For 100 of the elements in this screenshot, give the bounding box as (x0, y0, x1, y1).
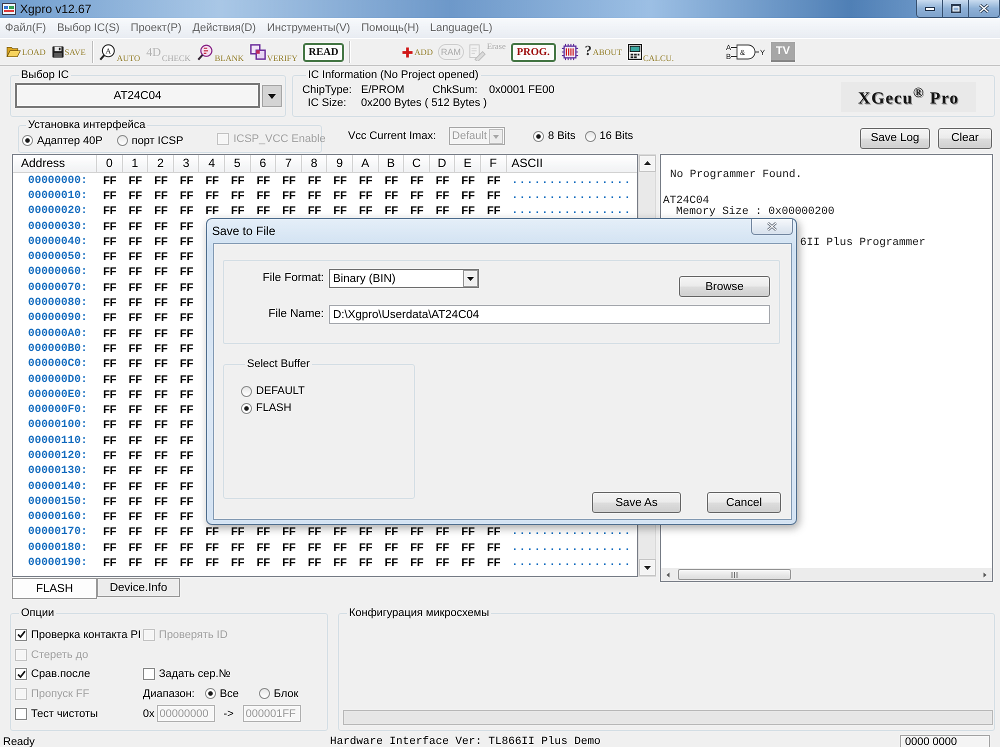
app-icon (2, 3, 16, 15)
hex-cell-text: FF (230, 526, 246, 538)
chip-button[interactable] (560, 41, 580, 63)
address-cell-text: 00000080: (27, 297, 88, 310)
radio-button[interactable] (116, 135, 128, 146)
info-value: 0x0001 FE00 (489, 84, 554, 96)
radio-button[interactable] (241, 386, 252, 396)
prog-button[interactable]: PROG. (510, 42, 556, 62)
menu-item[interactable]: Language(L) (430, 22, 492, 34)
checkbox[interactable] (15, 708, 27, 720)
column-header: 2 (148, 155, 174, 172)
radio-label[interactable]: DEFAULT (256, 385, 305, 397)
radio-label[interactable]: 16 Bits (600, 130, 634, 142)
dialog-button[interactable]: Save As (592, 492, 681, 513)
info-value: E/PROM (361, 84, 404, 96)
column-header: 8 (302, 155, 328, 172)
address-cell-text: 00000100: (27, 419, 88, 432)
hex-cell-text: FF (153, 450, 169, 462)
hex-cell-text: FF (409, 526, 425, 538)
hex-cell-text: FF (204, 190, 220, 202)
hex-cell-text: FF (230, 205, 246, 218)
menu-item[interactable]: Выбор IC(S) (57, 22, 120, 34)
checkbox[interactable] (142, 668, 155, 680)
hex-cell-text: FF (102, 312, 118, 324)
read-button[interactable]: READ (302, 42, 344, 62)
menu-item[interactable]: Файл(F) (5, 22, 46, 34)
checkbox[interactable] (15, 668, 27, 680)
radio-button[interactable] (533, 130, 544, 142)
menu-item[interactable]: Проект(P) (130, 22, 182, 34)
checkbox-label[interactable]: Проверка контакта PI (31, 628, 141, 641)
menu-item[interactable]: Действия(D) (192, 22, 256, 34)
radio-button[interactable] (584, 130, 596, 142)
hex-cell-text: FF (256, 526, 272, 538)
hex-cell-text: FF (102, 450, 118, 462)
radio-button[interactable] (22, 135, 33, 146)
hex-cell-text: FF (153, 297, 169, 310)
radio-button[interactable] (258, 688, 270, 700)
hex-cell-text: FF (230, 542, 246, 554)
hex-cell-text: FF (384, 542, 400, 554)
radio-label[interactable]: Все (220, 688, 239, 700)
column-header: Address (13, 155, 97, 172)
hex-cell-text: FF (153, 388, 169, 401)
hex-cell-text: FF (153, 220, 169, 233)
calculator-icon (628, 44, 642, 60)
address-cell-text: 00000090: (27, 312, 88, 324)
log-button[interactable]: Clear (938, 128, 992, 148)
log-button[interactable]: Save Log (860, 128, 930, 148)
auto-button[interactable]: A AUTO (98, 41, 142, 63)
checkbox-label[interactable]: Задать сер.№ (158, 668, 230, 680)
horizontal-scrollbar[interactable] (661, 568, 992, 581)
hex-cell-text: FF (281, 205, 297, 218)
checkbox[interactable] (15, 628, 27, 641)
hex-cell-text: FF (102, 282, 118, 294)
hex-cell-text: FF (102, 480, 118, 493)
address-cell-text: 00000170: (27, 526, 88, 538)
about-button[interactable]: ?ABOUT (584, 41, 623, 63)
chip-select-field[interactable]: AT24C04 (15, 83, 260, 108)
tab[interactable]: Device.Info (97, 578, 180, 597)
hex-cell-text: FF (128, 557, 144, 570)
hex-cell-text: FF (153, 496, 169, 508)
address-cell-text: 00000130: (27, 465, 88, 478)
column-header: A (352, 155, 379, 172)
hex-cell-text: FF (153, 404, 169, 416)
file-name-field[interactable]: D:\Xgpro\Userdata\AT24C04 (329, 305, 770, 324)
column-header: B (378, 155, 404, 172)
hex-cell-text: FF (178, 557, 194, 570)
hex-cell-text: FF (178, 220, 194, 233)
address-cell-text: 00000010: (27, 190, 88, 202)
browse-button[interactable]: Browse (679, 276, 770, 297)
close-button[interactable] (969, 0, 999, 17)
radio-button[interactable] (241, 402, 252, 414)
radio-label[interactable]: порт ICSP (132, 134, 184, 146)
menu-item[interactable]: Помощь(H) (361, 22, 419, 34)
hex-cell-text: FF (102, 205, 118, 218)
menu-item[interactable]: Инструменты(V) (266, 22, 350, 34)
scrollbar-thumb[interactable] (678, 569, 791, 580)
close-icon (979, 4, 989, 13)
file-format-dropdown[interactable]: Binary (BIN) (329, 269, 479, 288)
radio-button[interactable] (204, 688, 216, 700)
hex-cell-text: FF (358, 526, 374, 538)
dialog-button[interactable]: Cancel (707, 492, 781, 513)
radio-label[interactable]: 8 Bits (548, 130, 576, 142)
hex-cell-text: FF (178, 480, 194, 493)
tab[interactable]: FLASH (12, 578, 97, 599)
hex-cell-text: FF (128, 236, 144, 248)
ascii-cell-text: ................ (510, 190, 633, 202)
column-header: 5 (224, 155, 251, 172)
maximize-button[interactable] (943, 0, 969, 17)
checkbox-label[interactable]: Срав.после (31, 668, 90, 680)
hex-cell-text: FF (153, 358, 169, 370)
column-header: 9 (327, 155, 353, 172)
hex-cell-text: FF (178, 496, 194, 508)
hex-cell-text: FF (409, 174, 425, 187)
hex-cell-text: FF (128, 526, 144, 538)
radio-label[interactable]: Блок (274, 688, 298, 700)
checkbox-label[interactable]: Тест чистоты (31, 708, 98, 720)
minimize-button[interactable] (917, 0, 943, 17)
ascii-cell-text: ................ (510, 526, 633, 538)
radio-label[interactable]: FLASH (256, 402, 292, 414)
radio-label[interactable]: Адаптер 40P (37, 134, 103, 146)
